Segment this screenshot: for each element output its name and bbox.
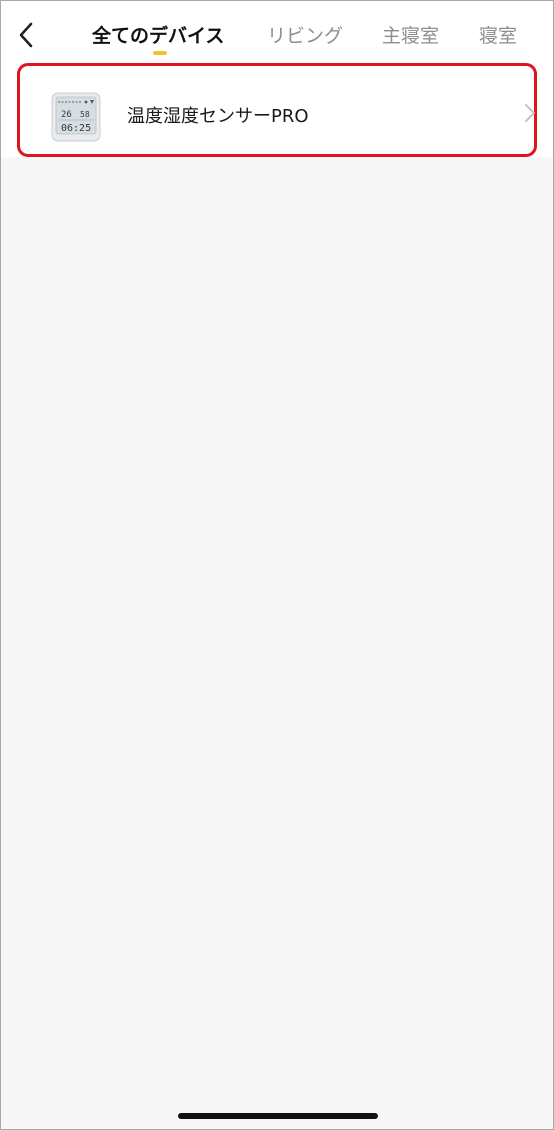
app-screen: 全てのデバイス リビング 主寝室 寝室 26 58 06:25 温度湿度センサー… [0, 0, 554, 1130]
top-navigation: 全てのデバイス リビング 主寝室 寝室 [1, 1, 553, 63]
tab-bedroom[interactable]: 寝室 [479, 21, 517, 51]
tab-living[interactable]: リビング [267, 21, 343, 51]
thumbnail-temperature: 26 [61, 110, 72, 120]
chevron-right-icon [525, 104, 535, 122]
back-button[interactable] [9, 15, 43, 55]
tab-all-devices[interactable]: 全てのデバイス [92, 21, 224, 51]
home-indicator-bar[interactable] [178, 1113, 378, 1119]
device-list-item[interactable]: 26 58 06:25 温度湿度センサーPRO [17, 63, 537, 157]
thermo-hygrometer-device-icon: 26 58 06:25 [51, 92, 101, 142]
chevron-left-icon [19, 22, 33, 48]
device-name: 温度湿度センサーPRO [127, 106, 309, 127]
active-tab-indicator [153, 51, 167, 55]
thumbnail-humidity: 58 [80, 110, 90, 119]
thumbnail-time: 06:25 [61, 123, 91, 134]
tab-master-bedroom[interactable]: 主寝室 [382, 21, 439, 51]
